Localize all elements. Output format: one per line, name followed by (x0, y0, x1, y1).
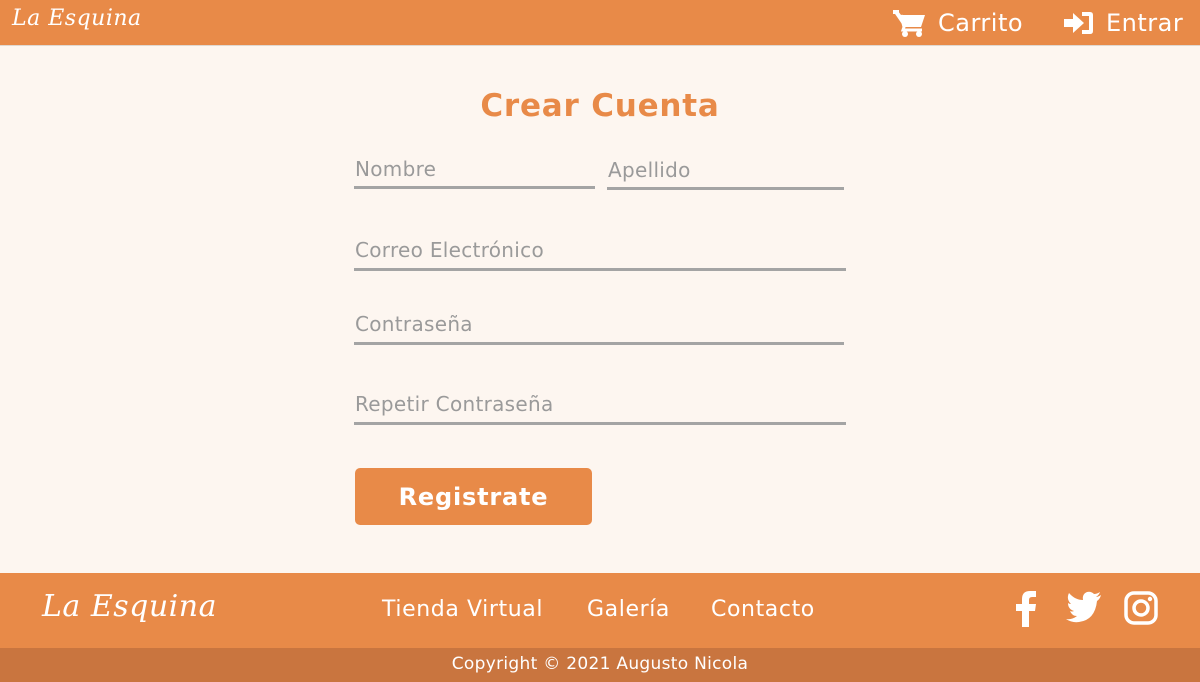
footer-link-contacto[interactable]: Contacto (711, 597, 815, 622)
email-input[interactable] (354, 235, 846, 268)
password-input[interactable] (354, 309, 844, 342)
cart-link[interactable]: Carrito (892, 8, 1023, 38)
instagram-icon[interactable] (1124, 591, 1158, 629)
repeat-password-input[interactable] (354, 389, 846, 422)
copyright-text: Copyright © 2021 Augusto Nicola (0, 648, 1200, 682)
shopping-cart-icon (893, 10, 925, 37)
footer-brand-logo[interactable]: La Esquina (42, 589, 217, 624)
facebook-icon[interactable] (1014, 591, 1038, 631)
footer-link-galeria[interactable]: Galería (587, 597, 670, 622)
nombre-field-wrapper (354, 154, 595, 189)
login-link[interactable]: Entrar (1064, 8, 1183, 38)
repeat-password-field-wrapper (354, 389, 846, 425)
sign-in-icon (1064, 12, 1093, 34)
twitter-icon[interactable] (1066, 591, 1102, 627)
register-button[interactable]: Registrate (355, 468, 592, 525)
nombre-input[interactable] (354, 154, 595, 186)
apellido-input[interactable] (607, 156, 844, 187)
brand-logo[interactable]: La Esquina (12, 6, 142, 31)
email-field-wrapper (354, 235, 846, 271)
apellido-field-wrapper (607, 156, 844, 190)
page-title: Crear Cuenta (480, 88, 720, 124)
login-label: Entrar (1106, 9, 1184, 37)
cart-label: Carrito (938, 9, 1024, 37)
footer-link-tienda-virtual[interactable]: Tienda Virtual (382, 597, 543, 622)
top-navbar: La Esquina Carrito Entrar (0, 0, 1200, 46)
footer: La Esquina Tienda Virtual Galería Contac… (0, 573, 1200, 648)
password-field-wrapper (354, 309, 844, 345)
